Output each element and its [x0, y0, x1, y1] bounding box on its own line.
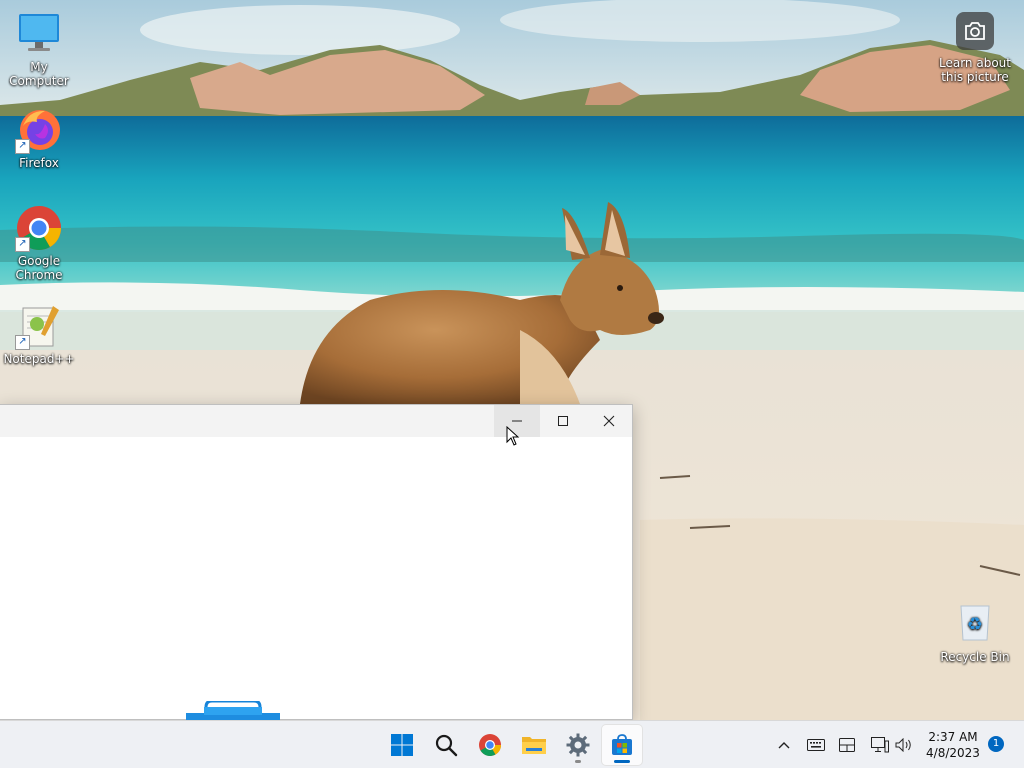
close-button[interactable] — [586, 405, 632, 437]
chrome-icon: ↗ — [15, 204, 63, 252]
firefox-icon: ↗ — [15, 106, 63, 154]
desktop-icon-my-computer[interactable]: My Computer — [0, 10, 78, 88]
windows-start-icon — [391, 734, 413, 756]
notification-badge[interactable]: 1 — [988, 736, 1004, 752]
active-indicator — [614, 760, 630, 763]
chevron-up-icon — [778, 742, 790, 749]
desktop-icon-recycle-bin[interactable]: ♻ Recycle Bin — [936, 600, 1014, 664]
svg-text:♻: ♻ — [967, 614, 983, 635]
running-indicator — [575, 760, 581, 763]
shortcut-arrow-icon: ↗ — [15, 335, 30, 350]
desktop-icon-label: Recycle Bin — [940, 650, 1010, 664]
chrome-icon — [479, 734, 501, 756]
window-titlebar[interactable] — [0, 405, 632, 437]
network-icon — [871, 737, 889, 753]
desktop-icon-label: Firefox — [19, 156, 59, 170]
search-icon — [435, 734, 458, 757]
desktop-icon-label: Google Chrome — [15, 254, 63, 282]
mouse-cursor-icon — [506, 426, 520, 446]
taskbar-search-button[interactable] — [426, 725, 466, 765]
learn-about-picture[interactable]: Learn about this picture — [936, 8, 1014, 84]
desktop-icon-label: My Computer — [9, 60, 69, 88]
app-window — [0, 404, 633, 721]
recycle-bin-icon: ♻ — [951, 600, 999, 648]
store-icon — [612, 734, 632, 755]
clock-time: 2:37 AM — [928, 730, 978, 744]
tablet-icon — [839, 738, 855, 752]
folder-icon — [522, 737, 546, 754]
taskbar-settings-button[interactable] — [558, 725, 598, 765]
notepadpp-icon: ↗ — [15, 302, 63, 350]
taskbar-clock[interactable]: 2:37 AM 4/8/2023 — [920, 729, 986, 761]
taskbar-store-button[interactable] — [602, 725, 642, 765]
taskbar-start-button[interactable] — [382, 725, 422, 765]
desktop-icon-firefox[interactable]: ↗ Firefox — [0, 106, 78, 170]
show-hidden-icons-button[interactable] — [774, 735, 794, 755]
volume-icon — [895, 738, 911, 752]
desktop-icon-notepadpp[interactable]: ↗ Notepad++ — [0, 302, 78, 366]
keyboard-icon — [807, 739, 825, 751]
learn-about-label: Learn about this picture — [939, 56, 1011, 84]
maximize-button[interactable] — [540, 405, 586, 437]
taskbar: 2:37 AM 4/8/2023 — [0, 720, 1024, 768]
gear-icon — [566, 733, 590, 757]
camera-icon — [956, 12, 994, 50]
taskbar-file-explorer-button[interactable] — [514, 725, 554, 765]
taskbar-chrome-button[interactable] — [470, 725, 510, 765]
monitor-icon — [15, 10, 63, 58]
clock-date: 4/8/2023 — [926, 746, 980, 760]
window-content — [0, 437, 632, 719]
store-logo-icon — [186, 699, 280, 721]
shortcut-arrow-icon: ↗ — [15, 237, 30, 252]
volume-button[interactable] — [894, 735, 914, 755]
shortcut-arrow-icon: ↗ — [15, 139, 30, 154]
maximize-icon — [558, 416, 568, 426]
desktop-icon-label: Notepad++ — [3, 352, 75, 366]
tablet-mode-button[interactable] — [837, 735, 857, 755]
keyboard-button[interactable] — [806, 735, 826, 755]
desktop-icon-google-chrome[interactable]: ↗ Google Chrome — [0, 204, 78, 282]
network-button[interactable] — [870, 735, 890, 755]
close-icon — [603, 415, 615, 427]
